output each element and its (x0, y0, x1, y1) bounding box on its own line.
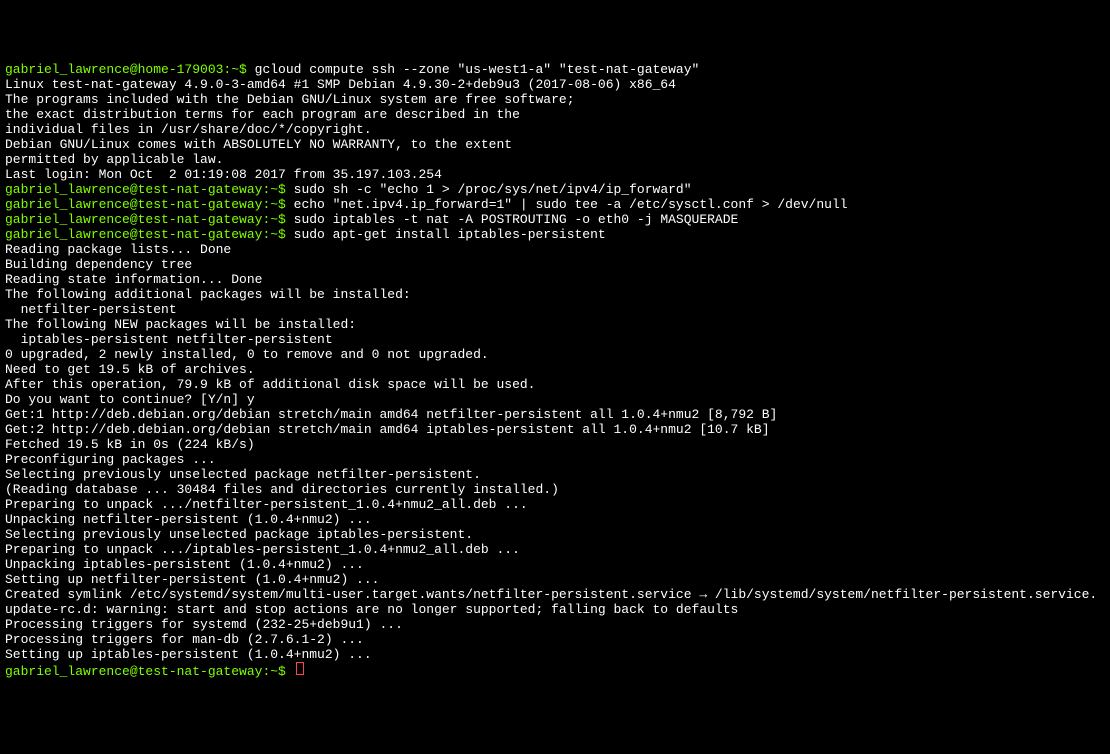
terminal-line: gabriel_lawrence@test-nat-gateway:~$ sud… (5, 212, 1105, 227)
terminal-text: Reading state information... Done (5, 272, 262, 287)
terminal-line: Unpacking netfilter-persistent (1.0.4+nm… (5, 512, 1105, 527)
terminal-line: Building dependency tree (5, 257, 1105, 272)
terminal-text: Processing triggers for man-db (2.7.6.1-… (5, 632, 364, 647)
terminal-text: After this operation, 79.9 kB of additio… (5, 377, 536, 392)
terminal-text: Last login: Mon Oct 2 01:19:08 2017 from… (5, 167, 442, 182)
terminal-line: Reading package lists... Done (5, 242, 1105, 257)
terminal-line: gabriel_lawrence@test-nat-gateway:~$ ech… (5, 197, 1105, 212)
terminal-text: the exact distribution terms for each pr… (5, 107, 520, 122)
terminal-text: Unpacking netfilter-persistent (1.0.4+nm… (5, 512, 372, 527)
terminal-line: Do you want to continue? [Y/n] y (5, 392, 1105, 407)
shell-prompt: gabriel_lawrence@test-nat-gateway:~$ (5, 197, 294, 212)
terminal-line: Get:1 http://deb.debian.org/debian stret… (5, 407, 1105, 422)
terminal-text: Setting up iptables-persistent (1.0.4+nm… (5, 647, 372, 662)
terminal-text: iptables-persistent netfilter-persistent (5, 332, 333, 347)
terminal-output[interactable]: gabriel_lawrence@home-179003:~$ gcloud c… (5, 62, 1105, 679)
terminal-line: permitted by applicable law. (5, 152, 1105, 167)
terminal-text: Reading package lists... Done (5, 242, 231, 257)
terminal-text: The programs included with the Debian GN… (5, 92, 575, 107)
terminal-text: echo "net.ipv4.ip_forward=1" | sudo tee … (294, 197, 848, 212)
cursor-icon (296, 662, 304, 675)
terminal-text: Get:1 http://deb.debian.org/debian stret… (5, 407, 777, 422)
terminal-line: Linux test-nat-gateway 4.9.0-3-amd64 #1 … (5, 77, 1105, 92)
terminal-line: gabriel_lawrence@test-nat-gateway:~$ sud… (5, 227, 1105, 242)
shell-prompt: gabriel_lawrence@test-nat-gateway:~$ (5, 212, 294, 227)
terminal-text: Get:2 http://deb.debian.org/debian stret… (5, 422, 770, 437)
terminal-line: The following NEW packages will be insta… (5, 317, 1105, 332)
terminal-line: the exact distribution terms for each pr… (5, 107, 1105, 122)
terminal-text: permitted by applicable law. (5, 152, 223, 167)
terminal-text: Preparing to unpack .../netfilter-persis… (5, 497, 528, 512)
terminal-text: individual files in /usr/share/doc/*/cop… (5, 122, 372, 137)
terminal-text: sudo iptables -t nat -A POSTROUTING -o e… (294, 212, 739, 227)
terminal-text: 0 upgraded, 2 newly installed, 0 to remo… (5, 347, 489, 362)
terminal-text: Building dependency tree (5, 257, 192, 272)
terminal-text: Preconfiguring packages ... (5, 452, 216, 467)
terminal-line: (Reading database ... 30484 files and di… (5, 482, 1105, 497)
shell-prompt: gabriel_lawrence@test-nat-gateway:~$ (5, 664, 294, 679)
terminal-line: The programs included with the Debian GN… (5, 92, 1105, 107)
terminal-line: Created symlink /etc/systemd/system/mult… (5, 587, 1105, 602)
terminal-line: Setting up netfilter-persistent (1.0.4+n… (5, 572, 1105, 587)
terminal-line: 0 upgraded, 2 newly installed, 0 to remo… (5, 347, 1105, 362)
terminal-text: (Reading database ... 30484 files and di… (5, 482, 559, 497)
terminal-text: Setting up netfilter-persistent (1.0.4+n… (5, 572, 379, 587)
terminal-line: Processing triggers for systemd (232-25+… (5, 617, 1105, 632)
terminal-line: The following additional packages will b… (5, 287, 1105, 302)
terminal-line: Unpacking iptables-persistent (1.0.4+nmu… (5, 557, 1105, 572)
terminal-text: Selecting previously unselected package … (5, 467, 481, 482)
terminal-line: Selecting previously unselected package … (5, 467, 1105, 482)
shell-prompt: gabriel_lawrence@test-nat-gateway:~$ (5, 227, 294, 242)
terminal-text: Preparing to unpack .../iptables-persist… (5, 542, 520, 557)
terminal-line: Reading state information... Done (5, 272, 1105, 287)
terminal-line: Preparing to unpack .../iptables-persist… (5, 542, 1105, 557)
terminal-text: update-rc.d: warning: start and stop act… (5, 602, 738, 617)
terminal-line: Fetched 19.5 kB in 0s (224 kB/s) (5, 437, 1105, 452)
terminal-line: After this operation, 79.9 kB of additio… (5, 377, 1105, 392)
terminal-line: update-rc.d: warning: start and stop act… (5, 602, 1105, 617)
terminal-text: Processing triggers for systemd (232-25+… (5, 617, 403, 632)
terminal-text: Linux test-nat-gateway 4.9.0-3-amd64 #1 … (5, 77, 676, 92)
terminal-text: Need to get 19.5 kB of archives. (5, 362, 255, 377)
terminal-text: The following additional packages will b… (5, 287, 411, 302)
terminal-text: Debian GNU/Linux comes with ABSOLUTELY N… (5, 137, 512, 152)
terminal-text: netfilter-persistent (5, 302, 177, 317)
terminal-line: Preconfiguring packages ... (5, 452, 1105, 467)
terminal-text: Created symlink /etc/systemd/system/mult… (5, 587, 1097, 602)
terminal-line: Selecting previously unselected package … (5, 527, 1105, 542)
terminal-text: Do you want to continue? [Y/n] y (5, 392, 255, 407)
shell-prompt: gabriel_lawrence@home-179003:~$ (5, 62, 255, 77)
terminal-text: gcloud compute ssh --zone "us-west1-a" "… (255, 62, 700, 77)
terminal-line: Last login: Mon Oct 2 01:19:08 2017 from… (5, 167, 1105, 182)
terminal-line: individual files in /usr/share/doc/*/cop… (5, 122, 1105, 137)
terminal-line: gabriel_lawrence@test-nat-gateway:~$ (5, 662, 1105, 679)
terminal-line: netfilter-persistent (5, 302, 1105, 317)
terminal-text: Unpacking iptables-persistent (1.0.4+nmu… (5, 557, 364, 572)
terminal-text: sudo apt-get install iptables-persistent (294, 227, 606, 242)
terminal-line: gabriel_lawrence@test-nat-gateway:~$ sud… (5, 182, 1105, 197)
terminal-line: Need to get 19.5 kB of archives. (5, 362, 1105, 377)
shell-prompt: gabriel_lawrence@test-nat-gateway:~$ (5, 182, 294, 197)
terminal-text: Selecting previously unselected package … (5, 527, 473, 542)
terminal-text: The following NEW packages will be insta… (5, 317, 356, 332)
terminal-line: Get:2 http://deb.debian.org/debian stret… (5, 422, 1105, 437)
terminal-line: Preparing to unpack .../netfilter-persis… (5, 497, 1105, 512)
terminal-line: Setting up iptables-persistent (1.0.4+nm… (5, 647, 1105, 662)
terminal-text: sudo sh -c "echo 1 > /proc/sys/net/ipv4/… (294, 182, 692, 197)
terminal-line: Processing triggers for man-db (2.7.6.1-… (5, 632, 1105, 647)
terminal-line: Debian GNU/Linux comes with ABSOLUTELY N… (5, 137, 1105, 152)
terminal-line: iptables-persistent netfilter-persistent (5, 332, 1105, 347)
terminal-text: Fetched 19.5 kB in 0s (224 kB/s) (5, 437, 255, 452)
terminal-line: gabriel_lawrence@home-179003:~$ gcloud c… (5, 62, 1105, 77)
